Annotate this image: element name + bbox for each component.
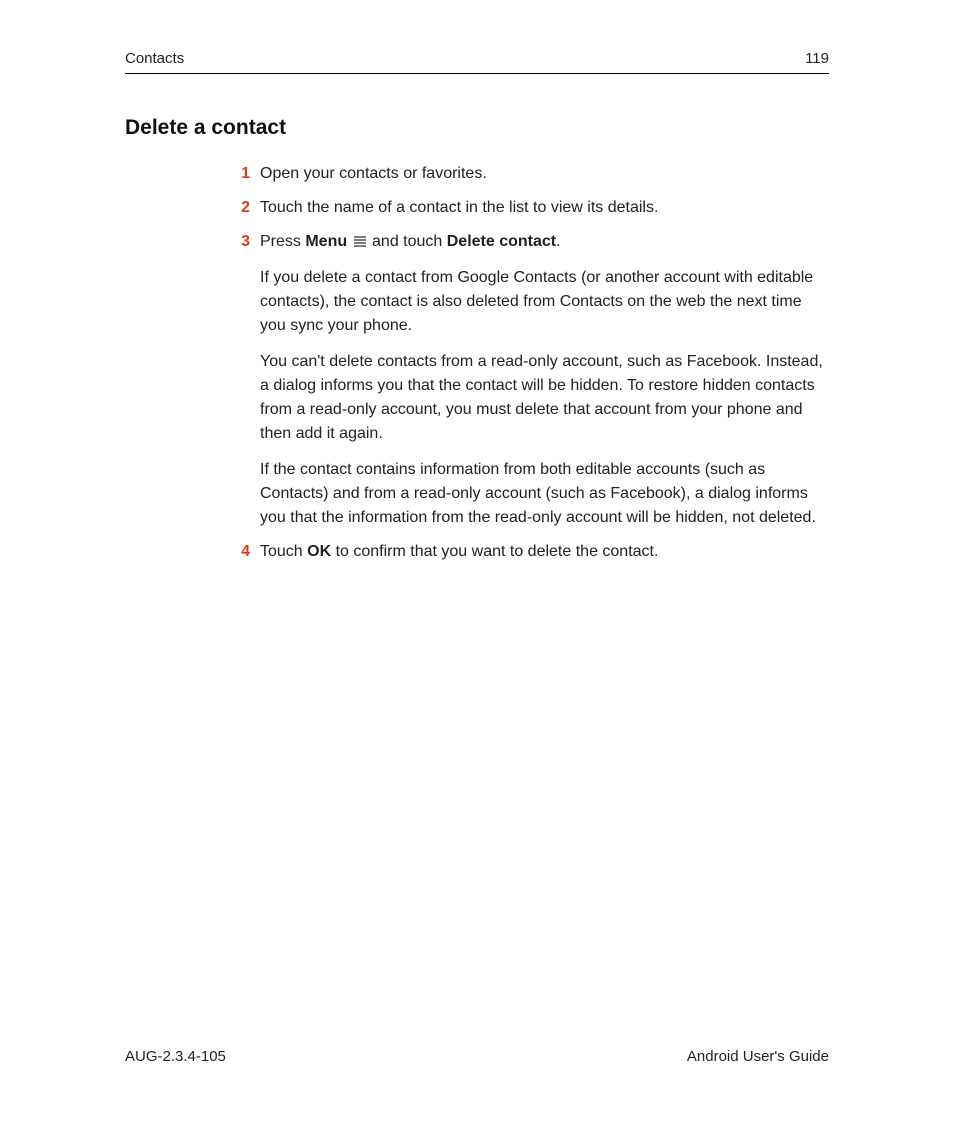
bold-menu: Menu bbox=[305, 233, 347, 250]
section-title: Delete a contact bbox=[125, 116, 829, 140]
step-item: 1 Open your contacts or favorites. bbox=[220, 162, 829, 186]
text-fragment: to confirm that you want to delete the c… bbox=[331, 543, 658, 560]
step-text: Open your contacts or favorites. bbox=[260, 162, 829, 186]
step-item: 4 Touch OK to confirm that you want to d… bbox=[220, 540, 829, 564]
header-section: Contacts bbox=[125, 50, 184, 67]
step-paragraph: If the contact contains information from… bbox=[260, 458, 829, 530]
bold-delete-contact: Delete contact bbox=[447, 233, 556, 250]
step-paragraph: You can't delete contacts from a read-on… bbox=[260, 350, 829, 446]
page-header: Contacts 119 bbox=[125, 50, 829, 74]
text-fragment: Press bbox=[260, 233, 305, 250]
step-text: Press Menu and touch Delete contact. bbox=[260, 230, 829, 254]
step-item: 3 Press Menu and touch Delete contact. bbox=[220, 230, 829, 530]
footer-doc-id: AUG-2.3.4-105 bbox=[125, 1048, 226, 1065]
step-number: 4 bbox=[220, 540, 250, 564]
step-body: Press Menu and touch Delete contact. If … bbox=[260, 230, 829, 530]
bold-ok: OK bbox=[307, 543, 331, 560]
step-body: Touch OK to confirm that you want to del… bbox=[260, 540, 829, 564]
page-content: Delete a contact 1 Open your contacts or… bbox=[125, 116, 829, 1048]
step-body: Touch the name of a contact in the list … bbox=[260, 196, 829, 220]
step-text: Touch OK to confirm that you want to del… bbox=[260, 540, 829, 564]
step-item: 2 Touch the name of a contact in the lis… bbox=[220, 196, 829, 220]
text-fragment: . bbox=[556, 233, 560, 250]
step-number: 1 bbox=[220, 162, 250, 186]
menu-icon bbox=[354, 236, 366, 247]
page-footer: AUG-2.3.4-105 Android User's Guide bbox=[125, 1048, 829, 1095]
step-paragraph: If you delete a contact from Google Cont… bbox=[260, 266, 829, 338]
header-page-number: 119 bbox=[805, 50, 829, 67]
step-text: Touch the name of a contact in the list … bbox=[260, 196, 829, 220]
step-number: 2 bbox=[220, 196, 250, 220]
step-body: Open your contacts or favorites. bbox=[260, 162, 829, 186]
text-fragment: and touch bbox=[368, 233, 447, 250]
text-fragment: Touch bbox=[260, 543, 307, 560]
footer-guide-name: Android User's Guide bbox=[687, 1048, 829, 1065]
step-number: 3 bbox=[220, 230, 250, 254]
steps-list: 1 Open your contacts or favorites. 2 Tou… bbox=[220, 162, 829, 564]
